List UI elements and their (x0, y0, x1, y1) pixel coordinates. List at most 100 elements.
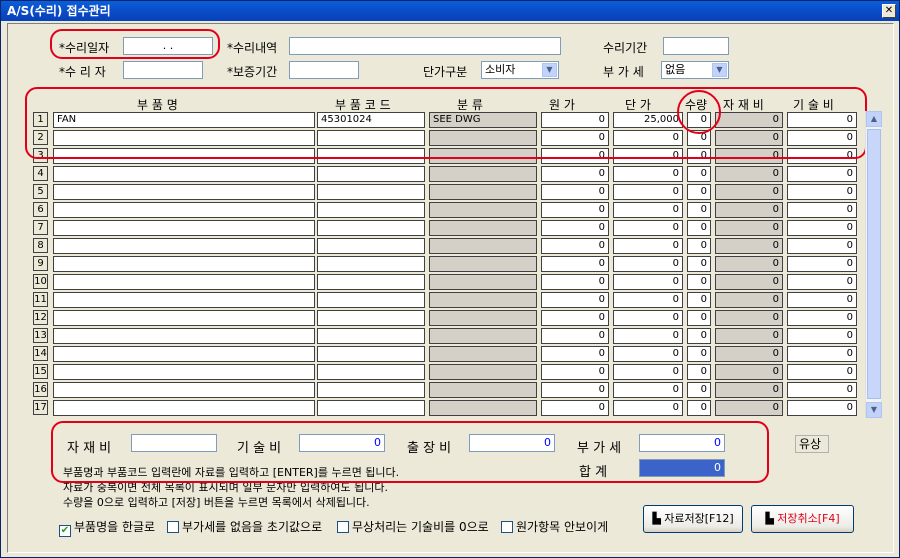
cell-cost[interactable]: 0 (541, 220, 609, 236)
cell-cost[interactable]: 0 (541, 256, 609, 272)
vat-select[interactable]: 없음 ▼ (661, 61, 729, 79)
cell-price[interactable]: 0 (613, 202, 683, 218)
cell-name[interactable] (53, 166, 315, 182)
cell-lab[interactable]: 0 (787, 202, 857, 218)
cell-qty[interactable]: 0 (687, 166, 711, 182)
cell-cost[interactable]: 0 (541, 346, 609, 362)
cell-name[interactable] (53, 328, 315, 344)
option-free-labor-zero[interactable]: 무상처리는 기술비를 0으로 (337, 518, 489, 535)
cell-qty[interactable]: 0 (687, 202, 711, 218)
cell-cost[interactable]: 0 (541, 364, 609, 380)
cell-name[interactable] (53, 310, 315, 326)
cell-cost[interactable]: 0 (541, 202, 609, 218)
cell-cost[interactable]: 0 (541, 328, 609, 344)
cell-name[interactable] (53, 400, 315, 416)
cell-cost[interactable]: 0 (541, 274, 609, 290)
grid-scrollbar[interactable]: ▲ ▼ (865, 111, 882, 418)
cell-qty[interactable]: 0 (687, 346, 711, 362)
cell-name[interactable] (53, 382, 315, 398)
scroll-up-icon[interactable]: ▲ (866, 111, 882, 127)
cell-qty[interactable]: 0 (687, 400, 711, 416)
cell-name[interactable] (53, 292, 315, 308)
option-hide-cost[interactable]: 원가항목 안보이게 (501, 518, 608, 535)
cell-lab[interactable]: 0 (787, 220, 857, 236)
cell-price[interactable]: 0 (613, 256, 683, 272)
cell-price[interactable]: 0 (613, 346, 683, 362)
scroll-down-icon[interactable]: ▼ (866, 402, 882, 418)
cell-qty[interactable]: 0 (687, 310, 711, 326)
cell-code[interactable] (317, 238, 425, 254)
cell-price[interactable]: 0 (613, 238, 683, 254)
cell-qty[interactable]: 0 (687, 256, 711, 272)
cell-code[interactable] (317, 364, 425, 380)
cell-cost[interactable]: 0 (541, 292, 609, 308)
chevron-down-icon[interactable]: ▼ (542, 63, 557, 77)
cell-name[interactable] (53, 184, 315, 200)
cell-code[interactable] (317, 202, 425, 218)
cell-cost[interactable]: 0 (541, 184, 609, 200)
cancel-save-button[interactable]: ▙ 저장취소[F4] (751, 505, 854, 533)
cell-name[interactable] (53, 220, 315, 236)
cell-lab[interactable]: 0 (787, 274, 857, 290)
cell-lab[interactable]: 0 (787, 166, 857, 182)
cell-qty[interactable]: 0 (687, 382, 711, 398)
cell-qty[interactable]: 0 (687, 220, 711, 236)
cell-name[interactable] (53, 274, 315, 290)
close-button[interactable]: ✕ (882, 4, 896, 18)
cell-cost[interactable]: 0 (541, 238, 609, 254)
cell-code[interactable] (317, 220, 425, 236)
checkbox-icon[interactable] (501, 521, 513, 533)
cell-price[interactable]: 0 (613, 400, 683, 416)
cell-lab[interactable]: 0 (787, 256, 857, 272)
cell-lab[interactable]: 0 (787, 310, 857, 326)
cell-lab[interactable]: 0 (787, 364, 857, 380)
cell-qty[interactable]: 0 (687, 328, 711, 344)
cell-price[interactable]: 0 (613, 292, 683, 308)
cell-code[interactable] (317, 274, 425, 290)
cell-lab[interactable]: 0 (787, 382, 857, 398)
cell-code[interactable] (317, 346, 425, 362)
repair-details-input[interactable] (289, 37, 561, 55)
checkbox-icon[interactable] (167, 521, 179, 533)
cell-price[interactable]: 0 (613, 274, 683, 290)
repair-period-input[interactable] (663, 37, 729, 55)
cell-price[interactable]: 0 (613, 364, 683, 380)
price-type-select[interactable]: 소비자 ▼ (481, 61, 559, 79)
checkbox-icon[interactable] (337, 521, 349, 533)
cell-lab[interactable]: 0 (787, 328, 857, 344)
cell-code[interactable] (317, 166, 425, 182)
cell-price[interactable]: 0 (613, 328, 683, 344)
cell-name[interactable] (53, 364, 315, 380)
cell-code[interactable] (317, 310, 425, 326)
cell-code[interactable] (317, 382, 425, 398)
cell-name[interactable] (53, 346, 315, 362)
scroll-thumb[interactable] (867, 129, 881, 399)
cell-price[interactable]: 0 (613, 220, 683, 236)
cell-price[interactable]: 0 (613, 184, 683, 200)
cell-qty[interactable]: 0 (687, 274, 711, 290)
cell-name[interactable] (53, 202, 315, 218)
cell-cost[interactable]: 0 (541, 400, 609, 416)
save-button[interactable]: ▙ 자료저장[F12] (643, 505, 743, 533)
cell-price[interactable]: 0 (613, 166, 683, 182)
cell-lab[interactable]: 0 (787, 346, 857, 362)
cell-qty[interactable]: 0 (687, 184, 711, 200)
cell-cost[interactable]: 0 (541, 382, 609, 398)
warranty-input[interactable] (289, 61, 359, 79)
checkbox-checked-icon[interactable]: ✔ (59, 525, 71, 537)
option-korean-name[interactable]: ✔ 부품명을 한글로 (59, 518, 155, 537)
option-vat-none-default[interactable]: 부가세를 없음을 초기값으로 (167, 518, 322, 535)
cell-qty[interactable]: 0 (687, 364, 711, 380)
cell-code[interactable] (317, 184, 425, 200)
cell-price[interactable]: 0 (613, 382, 683, 398)
repairer-input[interactable] (123, 61, 203, 79)
cell-lab[interactable]: 0 (787, 238, 857, 254)
cell-lab[interactable]: 0 (787, 292, 857, 308)
cell-price[interactable]: 0 (613, 310, 683, 326)
cell-cost[interactable]: 0 (541, 166, 609, 182)
cell-lab[interactable]: 0 (787, 184, 857, 200)
cell-qty[interactable]: 0 (687, 292, 711, 308)
cell-qty[interactable]: 0 (687, 238, 711, 254)
cell-cost[interactable]: 0 (541, 310, 609, 326)
cell-code[interactable] (317, 292, 425, 308)
